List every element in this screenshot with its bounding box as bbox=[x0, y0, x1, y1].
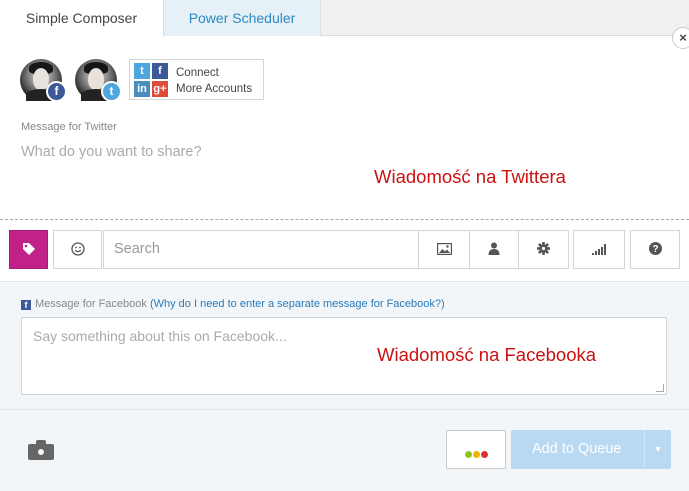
connect-line2: More Accounts bbox=[176, 83, 253, 95]
facebook-why-link[interactable]: (Why do I need to enter a separate messa… bbox=[150, 298, 445, 310]
bottom-bar: Add to Queue ▼ bbox=[0, 410, 689, 491]
facebook-message-placeholder: Say something about this on Facebook... bbox=[33, 328, 287, 344]
facebook-icon: f bbox=[46, 81, 67, 102]
status-dot-red bbox=[480, 451, 488, 458]
status-dot-yellow bbox=[472, 451, 480, 458]
camera-icon[interactable] bbox=[28, 440, 54, 460]
add-to-queue-label: Add to Queue bbox=[532, 441, 622, 457]
twitter-message-input[interactable]: What do you want to share? bbox=[21, 144, 202, 160]
tag-icon bbox=[22, 243, 35, 255]
chevron-down-icon[interactable]: ▼ bbox=[644, 430, 671, 469]
help-button[interactable]: ? bbox=[630, 230, 680, 269]
add-to-queue-button[interactable]: Add to Queue ▼ bbox=[511, 430, 671, 469]
connect-more-accounts-button[interactable]: t f in g+ Connect More Accounts bbox=[129, 59, 264, 100]
connect-line1: Connect bbox=[176, 67, 219, 79]
user-button[interactable] bbox=[469, 230, 519, 269]
facebook-icon: f bbox=[152, 63, 168, 79]
settings-button[interactable] bbox=[518, 230, 569, 269]
status-dots-button[interactable] bbox=[446, 430, 506, 469]
facebook-icon: f bbox=[21, 300, 31, 310]
gear-icon bbox=[537, 242, 550, 255]
image-icon bbox=[436, 243, 452, 256]
twitter-annotation: Wiadomość na Twittera bbox=[374, 166, 566, 187]
connect-label: Connect More Accounts bbox=[176, 65, 252, 97]
close-icon: × bbox=[679, 30, 687, 45]
smiley-icon bbox=[70, 242, 85, 256]
facebook-message-section: f Message for Facebook (Why do I need to … bbox=[0, 281, 689, 410]
linkedin-icon: in bbox=[134, 81, 150, 97]
twitter-message-label: Message for Twitter bbox=[21, 121, 117, 133]
tab-simple-composer[interactable]: Simple Composer bbox=[0, 0, 164, 37]
help-glyph: ? bbox=[652, 244, 658, 255]
googleplus-icon: g+ bbox=[152, 81, 168, 97]
facebook-message-label-row: f Message for Facebook (Why do I need to … bbox=[21, 298, 445, 310]
tab-power-scheduler[interactable]: Power Scheduler bbox=[164, 0, 321, 36]
resize-handle[interactable] bbox=[656, 384, 664, 392]
twitter-icon: t bbox=[101, 81, 122, 102]
profile-avatar-twitter[interactable]: t bbox=[75, 59, 122, 102]
twitter-icon: t bbox=[134, 63, 150, 79]
facebook-annotation: Wiadomość na Facebooka bbox=[377, 344, 597, 365]
camera-lens bbox=[36, 447, 46, 457]
add-image-button[interactable] bbox=[418, 230, 470, 269]
analytics-button[interactable] bbox=[573, 230, 625, 269]
signal-icon bbox=[592, 244, 606, 255]
close-button[interactable]: × bbox=[672, 27, 689, 49]
facebook-message-label: Message for Facebook bbox=[35, 298, 147, 310]
emoji-button[interactable] bbox=[53, 230, 102, 269]
search-input[interactable]: Search bbox=[103, 230, 419, 269]
facebook-message-input[interactable]: Say something about this on Facebook... … bbox=[21, 317, 667, 395]
composer-tabs: Simple Composer Power Scheduler bbox=[0, 0, 689, 37]
profile-avatar-facebook[interactable]: f bbox=[20, 59, 67, 102]
tag-button[interactable] bbox=[9, 230, 48, 269]
status-dot-green bbox=[464, 451, 472, 458]
section-divider bbox=[0, 219, 689, 220]
user-icon bbox=[488, 242, 500, 255]
help-icon: ? bbox=[648, 242, 662, 255]
